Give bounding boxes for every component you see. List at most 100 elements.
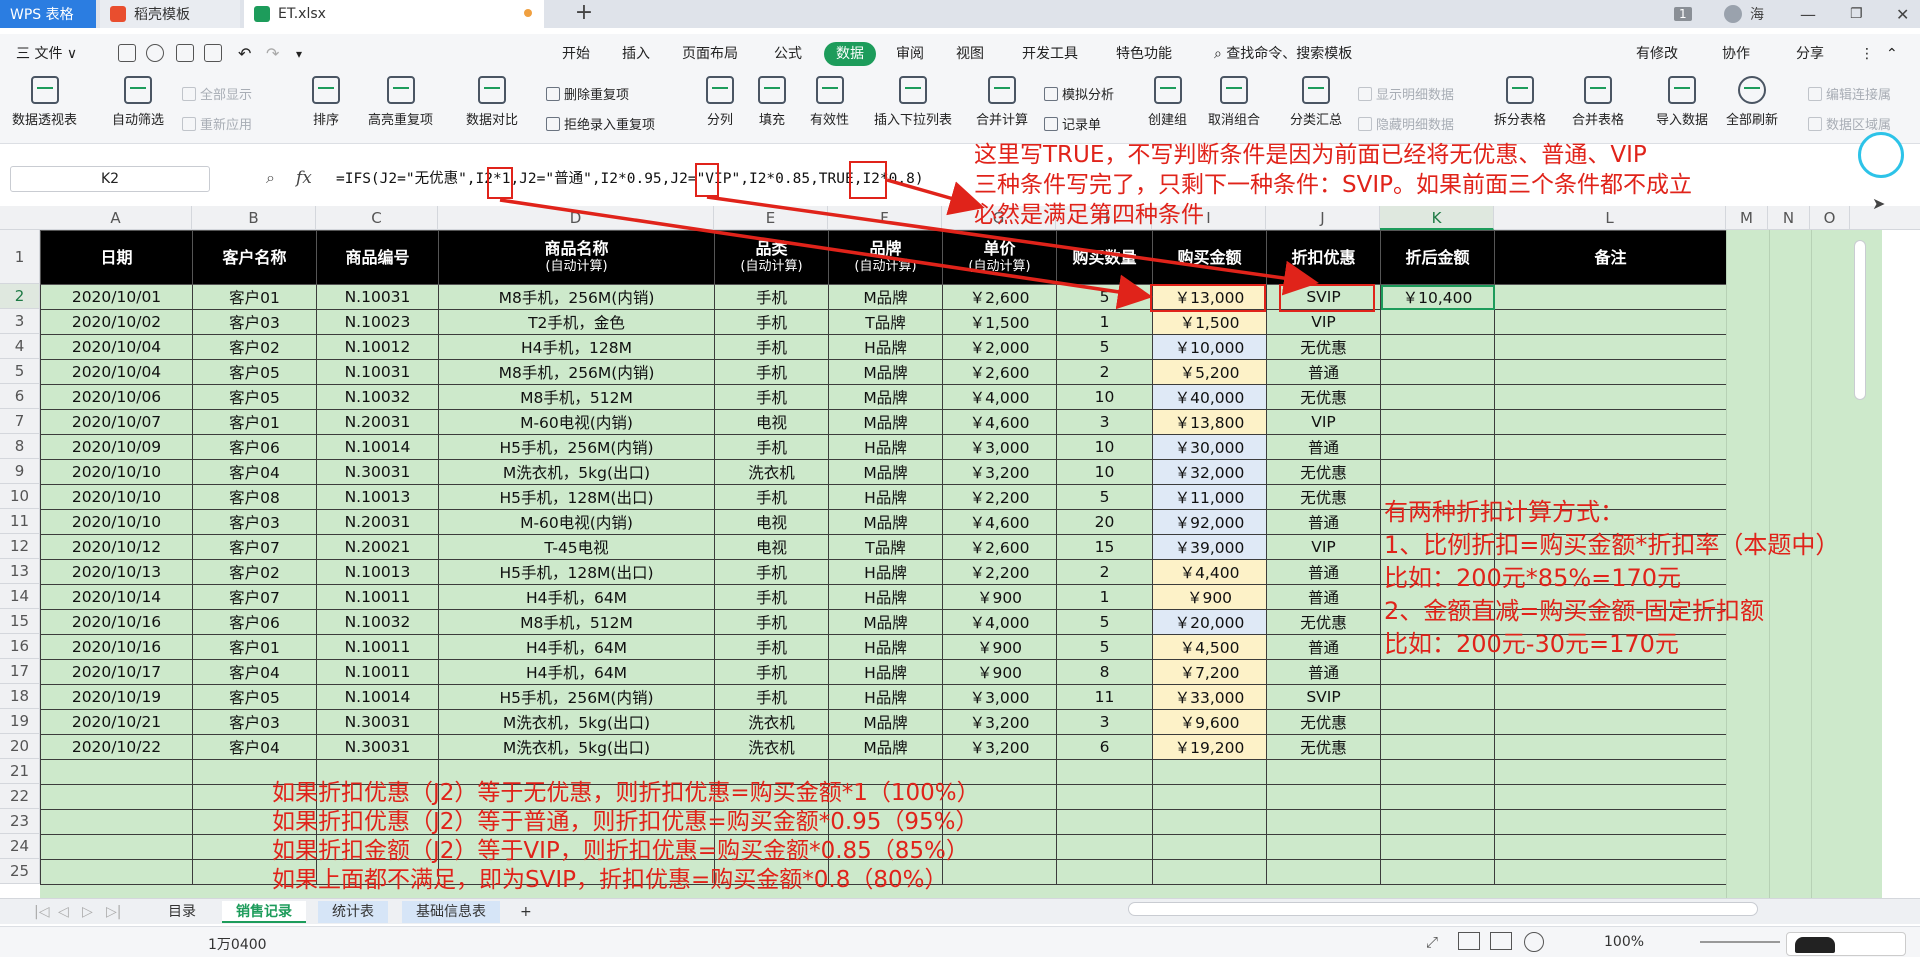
table-cell[interactable]: H品牌 (828, 434, 943, 460)
table-cell[interactable]: ￥3,200 (942, 459, 1057, 485)
table-cell[interactable]: 2020/10/10 (40, 509, 193, 535)
table-cell[interactable]: H5手机，128M(出口) (438, 484, 715, 510)
table-cell[interactable]: N.10014 (316, 684, 439, 710)
table-cell[interactable]: N.20021 (316, 534, 439, 560)
table-cell[interactable]: 8 (1056, 659, 1153, 685)
table-cell[interactable] (1152, 784, 1267, 810)
table-cell[interactable]: N.10023 (316, 309, 439, 335)
table-cell[interactable]: 手机 (714, 334, 829, 360)
table-cell[interactable]: 6 (1056, 734, 1153, 760)
reject-dup-button[interactable]: 拒绝录入重复项 (546, 114, 655, 133)
table-cell[interactable] (1494, 309, 1727, 335)
tab-wps-sheet[interactable]: WPS 表格 (0, 0, 96, 28)
table-cell[interactable]: 3 (1056, 709, 1153, 735)
table-cell[interactable] (1380, 359, 1495, 385)
table-cell[interactable]: T-45电视 (438, 534, 715, 560)
table-cell[interactable]: H4手机，64M (438, 659, 715, 685)
col-header-d[interactable]: D (438, 206, 714, 230)
row-header[interactable]: 5 (0, 359, 40, 384)
table-cell[interactable]: H品牌 (828, 334, 943, 360)
table-cell[interactable]: 5 (1056, 609, 1153, 635)
row-header[interactable]: 18 (0, 684, 40, 709)
column-header-cell[interactable]: 商品编号 (316, 230, 439, 285)
record-form-button[interactable]: 记录单 (1044, 114, 1101, 133)
table-cell[interactable]: N.10032 (316, 609, 439, 635)
table-cell[interactable]: M8手机，512M (438, 609, 715, 635)
table-cell[interactable]: 2020/10/19 (40, 684, 193, 710)
more-icon[interactable]: ⋮ (1854, 42, 1880, 66)
table-cell[interactable]: SVIP (1266, 684, 1381, 710)
table-cell[interactable]: H品牌 (828, 484, 943, 510)
table-cell[interactable] (1494, 659, 1727, 685)
table-cell[interactable]: VIP (1266, 409, 1381, 435)
column-header-cell[interactable]: 折后金额 (1380, 230, 1495, 285)
table-cell[interactable]: ￥7,200 (1152, 659, 1267, 685)
table-cell[interactable]: 客户07 (192, 534, 317, 560)
table-cell[interactable]: 手机 (714, 584, 829, 610)
ungroup-button[interactable]: 取消组合 (1208, 76, 1260, 128)
table-cell[interactable] (1494, 459, 1727, 485)
table-cell[interactable]: 电视 (714, 409, 829, 435)
table-cell[interactable]: H5手机，256M(内销) (438, 684, 715, 710)
table-cell[interactable] (1494, 759, 1727, 785)
table-cell[interactable]: 5 (1056, 634, 1153, 660)
table-cell[interactable]: 客户04 (192, 659, 317, 685)
table-cell[interactable]: ￥40,000 (1152, 384, 1267, 410)
table-cell[interactable]: ￥2,200 (942, 484, 1057, 510)
split-column-button[interactable]: 分列 (706, 76, 734, 128)
pet-widget[interactable] (1786, 932, 1906, 956)
table-cell[interactable]: 普通 (1266, 584, 1381, 610)
table-cell[interactable]: 2020/10/02 (40, 309, 193, 335)
table-cell[interactable]: M品牌 (828, 459, 943, 485)
row-header[interactable]: 6 (0, 384, 40, 409)
table-cell[interactable] (1380, 684, 1495, 710)
table-cell[interactable]: 15 (1056, 534, 1153, 560)
table-cell[interactable]: 客户04 (192, 459, 317, 485)
table-cell[interactable]: 手机 (714, 384, 829, 410)
menu-developer[interactable]: 开发工具 (1016, 42, 1084, 66)
menu-insert[interactable]: 插入 (616, 42, 656, 66)
table-cell[interactable]: ￥900 (1152, 584, 1267, 610)
column-header-cell[interactable]: 品类 (自动计算) (714, 230, 829, 285)
table-cell[interactable]: ￥3,200 (942, 734, 1057, 760)
add-sheet-button[interactable]: + (506, 901, 546, 923)
table-cell[interactable]: ￥9,600 (1152, 709, 1267, 735)
page-break-view-icon[interactable] (1490, 932, 1512, 950)
table-cell[interactable]: N.10011 (316, 659, 439, 685)
group-button[interactable]: 创建组 (1148, 76, 1187, 128)
import-data-button[interactable]: 导入数据 (1656, 76, 1708, 128)
table-cell[interactable] (1380, 459, 1495, 485)
table-cell[interactable] (1494, 409, 1727, 435)
table-cell[interactable]: 2020/10/22 (40, 734, 193, 760)
table-cell[interactable]: H品牌 (828, 559, 943, 585)
customize-dropdown-icon[interactable]: ▾ (290, 42, 308, 66)
table-cell[interactable]: N.10014 (316, 434, 439, 460)
cursor-icon[interactable]: ➤ (1872, 194, 1885, 213)
table-cell[interactable] (1266, 834, 1381, 860)
table-cell[interactable]: 客户01 (192, 409, 317, 435)
table-cell[interactable] (1266, 809, 1381, 835)
table-cell[interactable]: ￥5,200 (1152, 359, 1267, 385)
table-cell[interactable] (1152, 809, 1267, 835)
table-cell[interactable]: H品牌 (828, 659, 943, 685)
sheet-tab-sales[interactable]: 销售记录 (222, 901, 306, 923)
table-cell[interactable] (40, 834, 193, 860)
menu-start[interactable]: 开始 (556, 42, 596, 66)
table-cell[interactable] (1056, 784, 1153, 810)
table-cell[interactable] (1056, 859, 1153, 885)
table-cell[interactable]: M洗衣机，5kg(出口) (438, 709, 715, 735)
table-cell[interactable]: ￥900 (942, 634, 1057, 660)
table-cell[interactable]: ￥19,200 (1152, 734, 1267, 760)
table-cell[interactable]: 客户05 (192, 359, 317, 385)
table-cell[interactable]: M洗衣机，5kg(出口) (438, 734, 715, 760)
table-cell[interactable]: ￥32,000 (1152, 459, 1267, 485)
reapply-button[interactable]: 重新应用 (182, 114, 252, 133)
sort-button[interactable]: 排序 (312, 76, 340, 128)
table-cell[interactable]: 客户03 (192, 509, 317, 535)
undo-icon[interactable]: ↶ (232, 42, 257, 66)
table-cell[interactable]: VIP (1266, 534, 1381, 560)
vertical-scrollbar[interactable] (1854, 240, 1866, 400)
table-cell[interactable]: ￥1,500 (942, 309, 1057, 335)
table-cell[interactable]: 手机 (714, 634, 829, 660)
table-cell[interactable]: M品牌 (828, 359, 943, 385)
